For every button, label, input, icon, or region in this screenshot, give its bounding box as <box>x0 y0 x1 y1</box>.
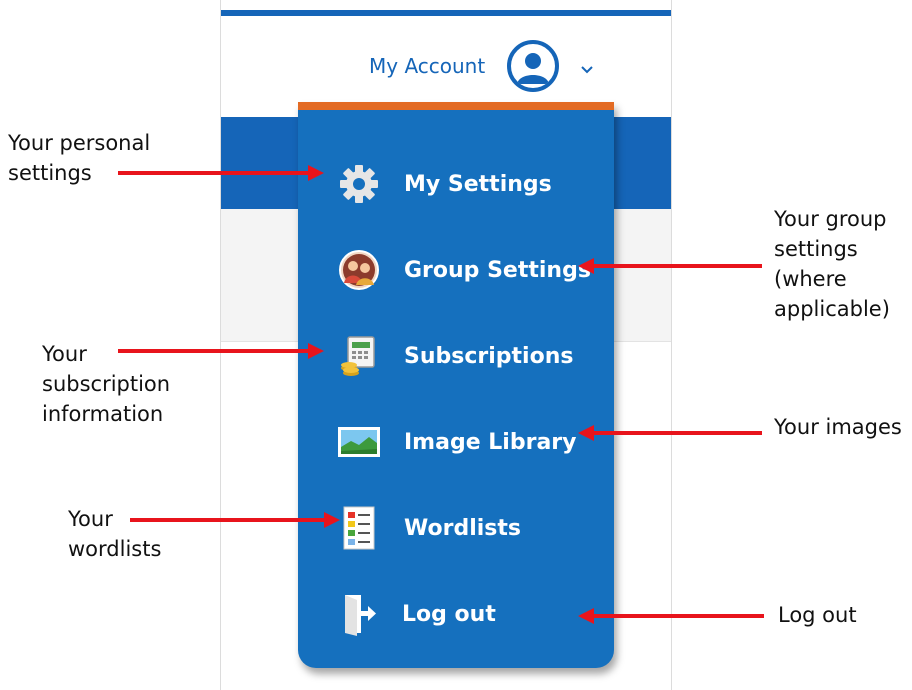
annotation-line: settings <box>774 237 858 261</box>
menu-item-my-settings[interactable]: My Settings <box>298 154 614 214</box>
account-dropdown-menu: My Settings Group Settings Subscriptions… <box>298 102 614 668</box>
menu-item-subscriptions[interactable]: Subscriptions <box>298 326 614 386</box>
menu-item-label: Subscriptions <box>404 343 574 369</box>
annotation-logout: Log out <box>778 600 857 630</box>
annotation-line: applicable) <box>774 297 890 321</box>
annotation-line: subscription <box>42 372 171 396</box>
menu-item-label: Group Settings <box>404 257 591 283</box>
annotation-line: Your images <box>774 415 902 439</box>
annotation-line: Log out <box>778 603 857 627</box>
annotation-line: settings <box>8 161 92 185</box>
group-avatar-icon <box>336 247 382 293</box>
annotation-line: Your <box>42 342 87 366</box>
annotation-line: (where <box>774 267 847 291</box>
annotation-images: Your images <box>774 412 902 442</box>
menu-item-label: Image Library <box>404 429 577 455</box>
menu-item-label: My Settings <box>404 171 552 197</box>
my-account-header[interactable]: My Account <box>369 38 595 94</box>
annotation-line: wordlists <box>68 537 162 561</box>
menu-item-wordlists[interactable]: Wordlists <box>298 498 614 558</box>
top-accent-bar <box>221 10 671 16</box>
menu-item-log-out[interactable]: Log out <box>298 584 614 644</box>
annotation-personal-settings: Your personal settings <box>8 128 150 188</box>
wordlist-icon <box>336 505 382 551</box>
logout-icon <box>336 591 382 637</box>
annotation-line: information <box>42 402 164 426</box>
annotation-subscription: Your subscription information <box>42 339 170 429</box>
annotation-wordlists: Your wordlists <box>68 504 161 564</box>
gear-icon <box>336 161 382 207</box>
image-icon <box>336 419 382 465</box>
annotation-line: Your group <box>774 207 887 231</box>
menu-item-group-settings[interactable]: Group Settings <box>298 240 614 300</box>
menu-item-label: Log out <box>402 601 496 627</box>
user-avatar-icon[interactable] <box>507 40 560 92</box>
menu-item-label: Wordlists <box>404 515 521 541</box>
annotation-line: Your personal <box>8 131 151 155</box>
chevron-down-icon[interactable] <box>579 60 595 74</box>
subscription-icon <box>336 333 382 379</box>
my-account-label[interactable]: My Account <box>369 54 485 78</box>
annotation-line: Your <box>68 507 113 531</box>
annotation-group-settings: Your group settings (where applicable) <box>774 204 890 324</box>
menu-item-image-library[interactable]: Image Library <box>298 412 614 472</box>
